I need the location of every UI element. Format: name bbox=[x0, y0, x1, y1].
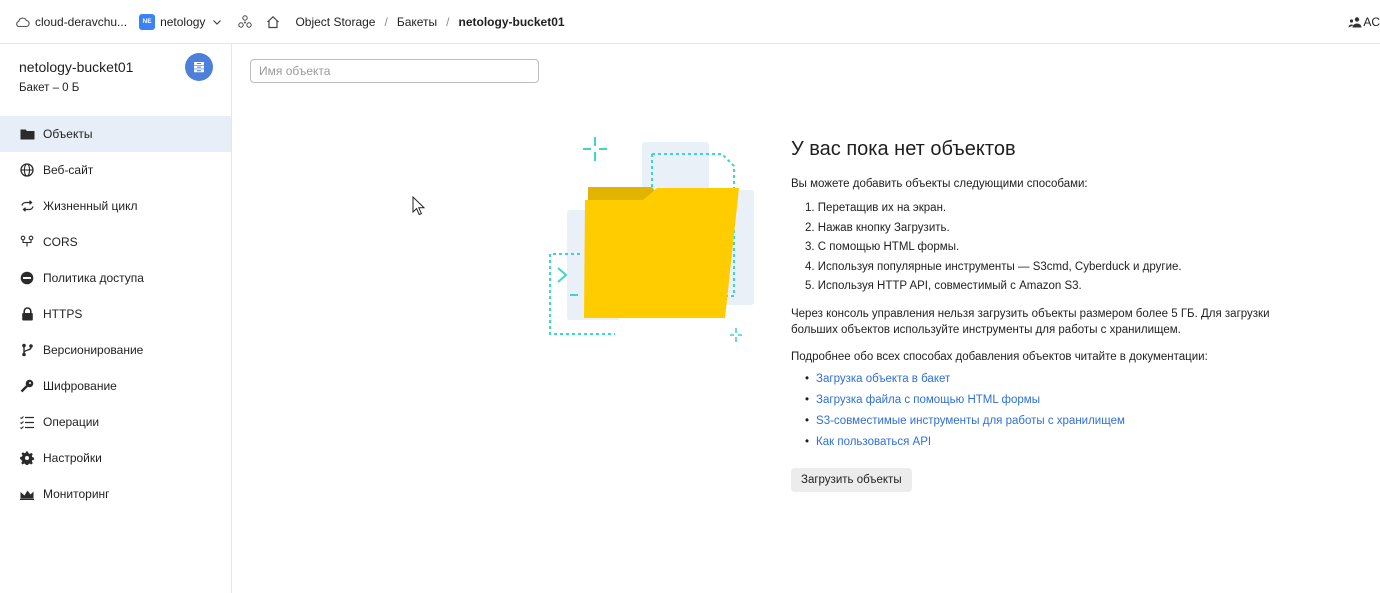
sidebar-item-label: Объекты bbox=[43, 127, 93, 141]
chart-icon bbox=[19, 486, 35, 502]
upload-limits-text: Через консоль управления нельзя загрузит… bbox=[791, 307, 1270, 336]
user-initials: AC bbox=[1363, 15, 1380, 29]
breadcrumb-separator: / bbox=[384, 14, 388, 29]
breadcrumb: Object Storage / Бакеты / netology-bucke… bbox=[295, 15, 564, 29]
list-item: 2. Нажав кнопку Загрузить. bbox=[805, 221, 950, 234]
docs-link-s3-tools[interactable]: S3-совместимые инструменты для работы с … bbox=[816, 415, 1125, 427]
docs-links-list: Загрузка объекта в бакет Загрузка файла … bbox=[791, 369, 1351, 453]
sidebar-item-label: Версионирование bbox=[43, 343, 144, 357]
home-icon bbox=[267, 15, 280, 28]
sidebar: netology-bucket01 Бакет – 0 Б Объекты Ве… bbox=[0, 44, 232, 593]
breadcrumb-buckets[interactable]: Бакеты bbox=[397, 15, 437, 29]
docs-link-api[interactable]: Как пользоваться API bbox=[816, 436, 931, 448]
sidebar-item-label: Жизненный цикл bbox=[43, 199, 138, 213]
sidebar-item-label: Настройки bbox=[43, 451, 102, 465]
sidebar-item-label: HTTPS bbox=[43, 307, 83, 321]
empty-state-title: У вас пока нет объектов bbox=[791, 138, 1016, 160]
docs-intro-text: Подробнее обо всех способах добавления о… bbox=[791, 350, 1208, 363]
list-item: Загрузка файла с помощью HTML формы bbox=[805, 390, 1351, 411]
sidebar-item-monitoring[interactable]: Мониторинг bbox=[0, 476, 231, 512]
sidebar-item-label: CORS bbox=[43, 235, 78, 249]
bucket-header: netology-bucket01 Бакет – 0 Б bbox=[0, 44, 231, 116]
bucket-avatar bbox=[185, 53, 213, 81]
sidebar-item-label: Операции bbox=[43, 415, 100, 429]
folder-badge: NE bbox=[139, 13, 156, 30]
sidebar-nav: Объекты Веб-сайт Жизненный цикл CORS Пол… bbox=[0, 116, 231, 512]
sidebar-item-objects[interactable]: Объекты bbox=[0, 116, 231, 152]
cloud-name: cloud-deravchu... bbox=[35, 14, 128, 29]
empty-state-illustration bbox=[540, 130, 765, 360]
sidebar-item-label: Веб-сайт bbox=[43, 163, 94, 177]
cors-icon bbox=[19, 234, 35, 250]
services-button[interactable] bbox=[237, 14, 253, 30]
key-icon bbox=[19, 378, 35, 394]
storage-icon bbox=[194, 62, 204, 73]
lock-icon bbox=[19, 306, 35, 322]
operations-list-icon bbox=[19, 414, 35, 430]
breadcrumb-current: netology-bucket01 bbox=[458, 14, 565, 29]
sidebar-item-versioning[interactable]: Версионирование bbox=[0, 332, 231, 368]
list-item: Как пользоваться API bbox=[805, 432, 1351, 453]
upload-steps-list: 1. Перетащив их на экран. 2. Нажав кнопк… bbox=[791, 199, 1351, 297]
sidebar-item-label: Политика доступа bbox=[43, 271, 144, 285]
sidebar-item-label: Шифрование bbox=[43, 379, 117, 393]
sidebar-item-website[interactable]: Веб-сайт bbox=[0, 152, 231, 188]
sidebar-item-lifecycle[interactable]: Жизненный цикл bbox=[0, 188, 231, 224]
folder-icon bbox=[19, 126, 35, 142]
empty-state-content: У вас пока нет объектов Вы можете добави… bbox=[791, 138, 1351, 492]
home-button[interactable] bbox=[265, 14, 281, 30]
gear-icon bbox=[19, 450, 35, 466]
sidebar-item-operations[interactable]: Операции bbox=[0, 404, 231, 440]
list-item: 5. Используя HTTP API, совместимый с Ama… bbox=[805, 280, 1082, 292]
sidebar-item-settings[interactable]: Настройки bbox=[0, 440, 231, 476]
access-policy-icon bbox=[19, 270, 35, 286]
branch-icon bbox=[19, 342, 35, 358]
user-menu[interactable]: AC bbox=[1348, 0, 1380, 44]
folder-illustration-icon bbox=[549, 137, 754, 342]
chevron-down-icon bbox=[213, 19, 222, 25]
docs-link-html-form[interactable]: Загрузка файла с помощью HTML формы bbox=[816, 394, 1040, 406]
breadcrumb-separator: / bbox=[446, 14, 450, 29]
mouse-cursor-icon bbox=[412, 196, 426, 216]
globe-icon bbox=[19, 162, 35, 178]
breadcrumb-service[interactable]: Object Storage bbox=[295, 15, 375, 29]
list-item: 1. Перетащив их на экран. bbox=[805, 202, 947, 214]
folder-selector[interactable]: NE netology bbox=[127, 13, 223, 30]
list-item: S3-совместимые инструменты для работы с … bbox=[805, 411, 1351, 432]
empty-state-intro: Вы можете добавить объекты следующими сп… bbox=[791, 178, 1088, 190]
sidebar-item-access-policy[interactable]: Политика доступа bbox=[0, 260, 231, 296]
bucket-size: Бакет – 0 Б bbox=[19, 82, 80, 94]
sidebar-item-label: Мониторинг bbox=[43, 487, 110, 501]
sidebar-item-https[interactable]: HTTPS bbox=[0, 296, 231, 332]
list-item: 4. Используя популярные инструменты — S3… bbox=[805, 260, 1182, 273]
sidebar-item-encryption[interactable]: Шифрование bbox=[0, 368, 231, 404]
list-item: Загрузка объекта в бакет bbox=[805, 369, 1351, 390]
docs-link-upload-object[interactable]: Загрузка объекта в бакет bbox=[816, 373, 950, 385]
lifecycle-icon bbox=[19, 198, 35, 214]
services-icon bbox=[238, 14, 253, 28]
sidebar-item-cors[interactable]: CORS bbox=[0, 224, 231, 260]
folder-name: netology bbox=[160, 14, 206, 29]
upload-objects-button[interactable]: Загрузить объекты bbox=[791, 467, 912, 492]
cloud-icon bbox=[16, 17, 30, 27]
top-bar: cloud-deravchu... NE netology Object Sto… bbox=[0, 0, 1380, 44]
cloud-selector[interactable]: cloud-deravchu... bbox=[14, 14, 127, 30]
object-search-input[interactable] bbox=[250, 59, 539, 83]
users-icon bbox=[1348, 17, 1362, 28]
list-item: 3. С помощью HTML формы. bbox=[805, 241, 960, 253]
